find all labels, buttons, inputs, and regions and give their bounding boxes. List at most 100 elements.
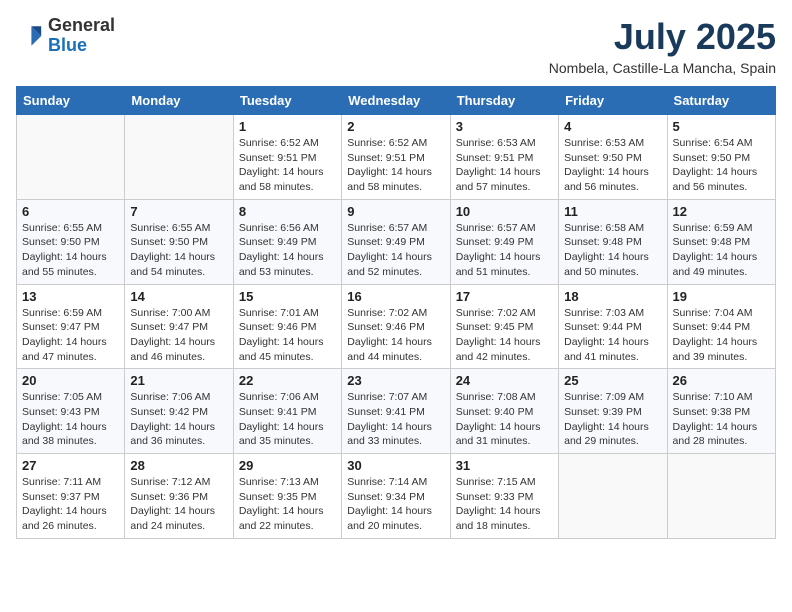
day-number: 10 — [456, 204, 553, 219]
calendar-cell: 23 Sunrise: 7:07 AMSunset: 9:41 PMDaylig… — [342, 369, 450, 454]
day-info: Sunrise: 7:04 AMSunset: 9:44 PMDaylight:… — [673, 306, 770, 365]
day-info: Sunrise: 6:59 AMSunset: 9:47 PMDaylight:… — [22, 306, 119, 365]
calendar-cell: 6 Sunrise: 6:55 AMSunset: 9:50 PMDayligh… — [17, 199, 125, 284]
calendar-subtitle: Nombela, Castille-La Mancha, Spain — [549, 60, 776, 76]
day-number: 24 — [456, 373, 553, 388]
day-info: Sunrise: 7:02 AMSunset: 9:46 PMDaylight:… — [347, 306, 444, 365]
day-info: Sunrise: 6:53 AMSunset: 9:51 PMDaylight:… — [456, 136, 553, 195]
calendar-body: 1 Sunrise: 6:52 AMSunset: 9:51 PMDayligh… — [17, 115, 776, 539]
day-number: 20 — [22, 373, 119, 388]
calendar-cell — [17, 115, 125, 200]
days-header-row: SundayMondayTuesdayWednesdayThursdayFrid… — [17, 87, 776, 115]
calendar-cell: 29 Sunrise: 7:13 AMSunset: 9:35 PMDaylig… — [233, 454, 341, 539]
calendar-cell: 9 Sunrise: 6:57 AMSunset: 9:49 PMDayligh… — [342, 199, 450, 284]
calendar-cell: 30 Sunrise: 7:14 AMSunset: 9:34 PMDaylig… — [342, 454, 450, 539]
day-number: 19 — [673, 289, 770, 304]
day-number: 25 — [564, 373, 661, 388]
day-number: 15 — [239, 289, 336, 304]
day-header-sunday: Sunday — [17, 87, 125, 115]
day-number: 8 — [239, 204, 336, 219]
day-info: Sunrise: 7:06 AMSunset: 9:41 PMDaylight:… — [239, 390, 336, 449]
calendar-cell: 1 Sunrise: 6:52 AMSunset: 9:51 PMDayligh… — [233, 115, 341, 200]
day-number: 12 — [673, 204, 770, 219]
day-number: 14 — [130, 289, 227, 304]
day-info: Sunrise: 6:52 AMSunset: 9:51 PMDaylight:… — [239, 136, 336, 195]
week-row-3: 13 Sunrise: 6:59 AMSunset: 9:47 PMDaylig… — [17, 284, 776, 369]
day-number: 5 — [673, 119, 770, 134]
day-number: 31 — [456, 458, 553, 473]
calendar-cell: 10 Sunrise: 6:57 AMSunset: 9:49 PMDaylig… — [450, 199, 558, 284]
day-info: Sunrise: 6:58 AMSunset: 9:48 PMDaylight:… — [564, 221, 661, 280]
calendar-cell: 16 Sunrise: 7:02 AMSunset: 9:46 PMDaylig… — [342, 284, 450, 369]
calendar-cell: 8 Sunrise: 6:56 AMSunset: 9:49 PMDayligh… — [233, 199, 341, 284]
day-number: 6 — [22, 204, 119, 219]
calendar-cell: 21 Sunrise: 7:06 AMSunset: 9:42 PMDaylig… — [125, 369, 233, 454]
calendar-table: SundayMondayTuesdayWednesdayThursdayFrid… — [16, 86, 776, 539]
logo-icon — [16, 22, 44, 50]
day-info: Sunrise: 6:55 AMSunset: 9:50 PMDaylight:… — [130, 221, 227, 280]
logo-blue: Blue — [48, 36, 115, 56]
day-info: Sunrise: 6:59 AMSunset: 9:48 PMDaylight:… — [673, 221, 770, 280]
day-number: 30 — [347, 458, 444, 473]
calendar-cell: 15 Sunrise: 7:01 AMSunset: 9:46 PMDaylig… — [233, 284, 341, 369]
calendar-cell: 14 Sunrise: 7:00 AMSunset: 9:47 PMDaylig… — [125, 284, 233, 369]
day-number: 22 — [239, 373, 336, 388]
calendar-cell: 18 Sunrise: 7:03 AMSunset: 9:44 PMDaylig… — [559, 284, 667, 369]
day-header-tuesday: Tuesday — [233, 87, 341, 115]
calendar-cell: 5 Sunrise: 6:54 AMSunset: 9:50 PMDayligh… — [667, 115, 775, 200]
day-info: Sunrise: 7:13 AMSunset: 9:35 PMDaylight:… — [239, 475, 336, 534]
calendar-cell: 19 Sunrise: 7:04 AMSunset: 9:44 PMDaylig… — [667, 284, 775, 369]
calendar-cell: 12 Sunrise: 6:59 AMSunset: 9:48 PMDaylig… — [667, 199, 775, 284]
day-info: Sunrise: 7:12 AMSunset: 9:36 PMDaylight:… — [130, 475, 227, 534]
calendar-cell: 25 Sunrise: 7:09 AMSunset: 9:39 PMDaylig… — [559, 369, 667, 454]
day-number: 17 — [456, 289, 553, 304]
day-number: 16 — [347, 289, 444, 304]
day-info: Sunrise: 7:14 AMSunset: 9:34 PMDaylight:… — [347, 475, 444, 534]
day-number: 28 — [130, 458, 227, 473]
day-info: Sunrise: 7:07 AMSunset: 9:41 PMDaylight:… — [347, 390, 444, 449]
day-info: Sunrise: 7:08 AMSunset: 9:40 PMDaylight:… — [456, 390, 553, 449]
week-row-2: 6 Sunrise: 6:55 AMSunset: 9:50 PMDayligh… — [17, 199, 776, 284]
calendar-cell: 26 Sunrise: 7:10 AMSunset: 9:38 PMDaylig… — [667, 369, 775, 454]
day-info: Sunrise: 7:15 AMSunset: 9:33 PMDaylight:… — [456, 475, 553, 534]
calendar-cell — [559, 454, 667, 539]
calendar-cell: 24 Sunrise: 7:08 AMSunset: 9:40 PMDaylig… — [450, 369, 558, 454]
day-number: 18 — [564, 289, 661, 304]
logo-general: General — [48, 16, 115, 36]
day-number: 4 — [564, 119, 661, 134]
day-number: 29 — [239, 458, 336, 473]
calendar-cell: 31 Sunrise: 7:15 AMSunset: 9:33 PMDaylig… — [450, 454, 558, 539]
week-row-5: 27 Sunrise: 7:11 AMSunset: 9:37 PMDaylig… — [17, 454, 776, 539]
day-number: 3 — [456, 119, 553, 134]
calendar-cell: 3 Sunrise: 6:53 AMSunset: 9:51 PMDayligh… — [450, 115, 558, 200]
day-number: 1 — [239, 119, 336, 134]
day-number: 11 — [564, 204, 661, 219]
calendar-cell: 7 Sunrise: 6:55 AMSunset: 9:50 PMDayligh… — [125, 199, 233, 284]
day-info: Sunrise: 7:11 AMSunset: 9:37 PMDaylight:… — [22, 475, 119, 534]
calendar-cell: 2 Sunrise: 6:52 AMSunset: 9:51 PMDayligh… — [342, 115, 450, 200]
day-header-wednesday: Wednesday — [342, 87, 450, 115]
day-info: Sunrise: 7:03 AMSunset: 9:44 PMDaylight:… — [564, 306, 661, 365]
day-number: 21 — [130, 373, 227, 388]
day-info: Sunrise: 7:02 AMSunset: 9:45 PMDaylight:… — [456, 306, 553, 365]
day-info: Sunrise: 7:01 AMSunset: 9:46 PMDaylight:… — [239, 306, 336, 365]
day-number: 9 — [347, 204, 444, 219]
header: General Blue July 2025 Nombela, Castille… — [16, 16, 776, 76]
day-number: 13 — [22, 289, 119, 304]
logo: General Blue — [16, 16, 115, 56]
day-number: 2 — [347, 119, 444, 134]
day-number: 26 — [673, 373, 770, 388]
calendar-cell: 28 Sunrise: 7:12 AMSunset: 9:36 PMDaylig… — [125, 454, 233, 539]
calendar-cell: 11 Sunrise: 6:58 AMSunset: 9:48 PMDaylig… — [559, 199, 667, 284]
calendar-cell: 4 Sunrise: 6:53 AMSunset: 9:50 PMDayligh… — [559, 115, 667, 200]
day-info: Sunrise: 6:56 AMSunset: 9:49 PMDaylight:… — [239, 221, 336, 280]
day-info: Sunrise: 7:05 AMSunset: 9:43 PMDaylight:… — [22, 390, 119, 449]
day-number: 27 — [22, 458, 119, 473]
calendar-cell: 13 Sunrise: 6:59 AMSunset: 9:47 PMDaylig… — [17, 284, 125, 369]
day-header-saturday: Saturday — [667, 87, 775, 115]
day-header-monday: Monday — [125, 87, 233, 115]
day-info: Sunrise: 7:00 AMSunset: 9:47 PMDaylight:… — [130, 306, 227, 365]
day-header-thursday: Thursday — [450, 87, 558, 115]
title-area: July 2025 Nombela, Castille-La Mancha, S… — [549, 16, 776, 76]
day-info: Sunrise: 6:53 AMSunset: 9:50 PMDaylight:… — [564, 136, 661, 195]
